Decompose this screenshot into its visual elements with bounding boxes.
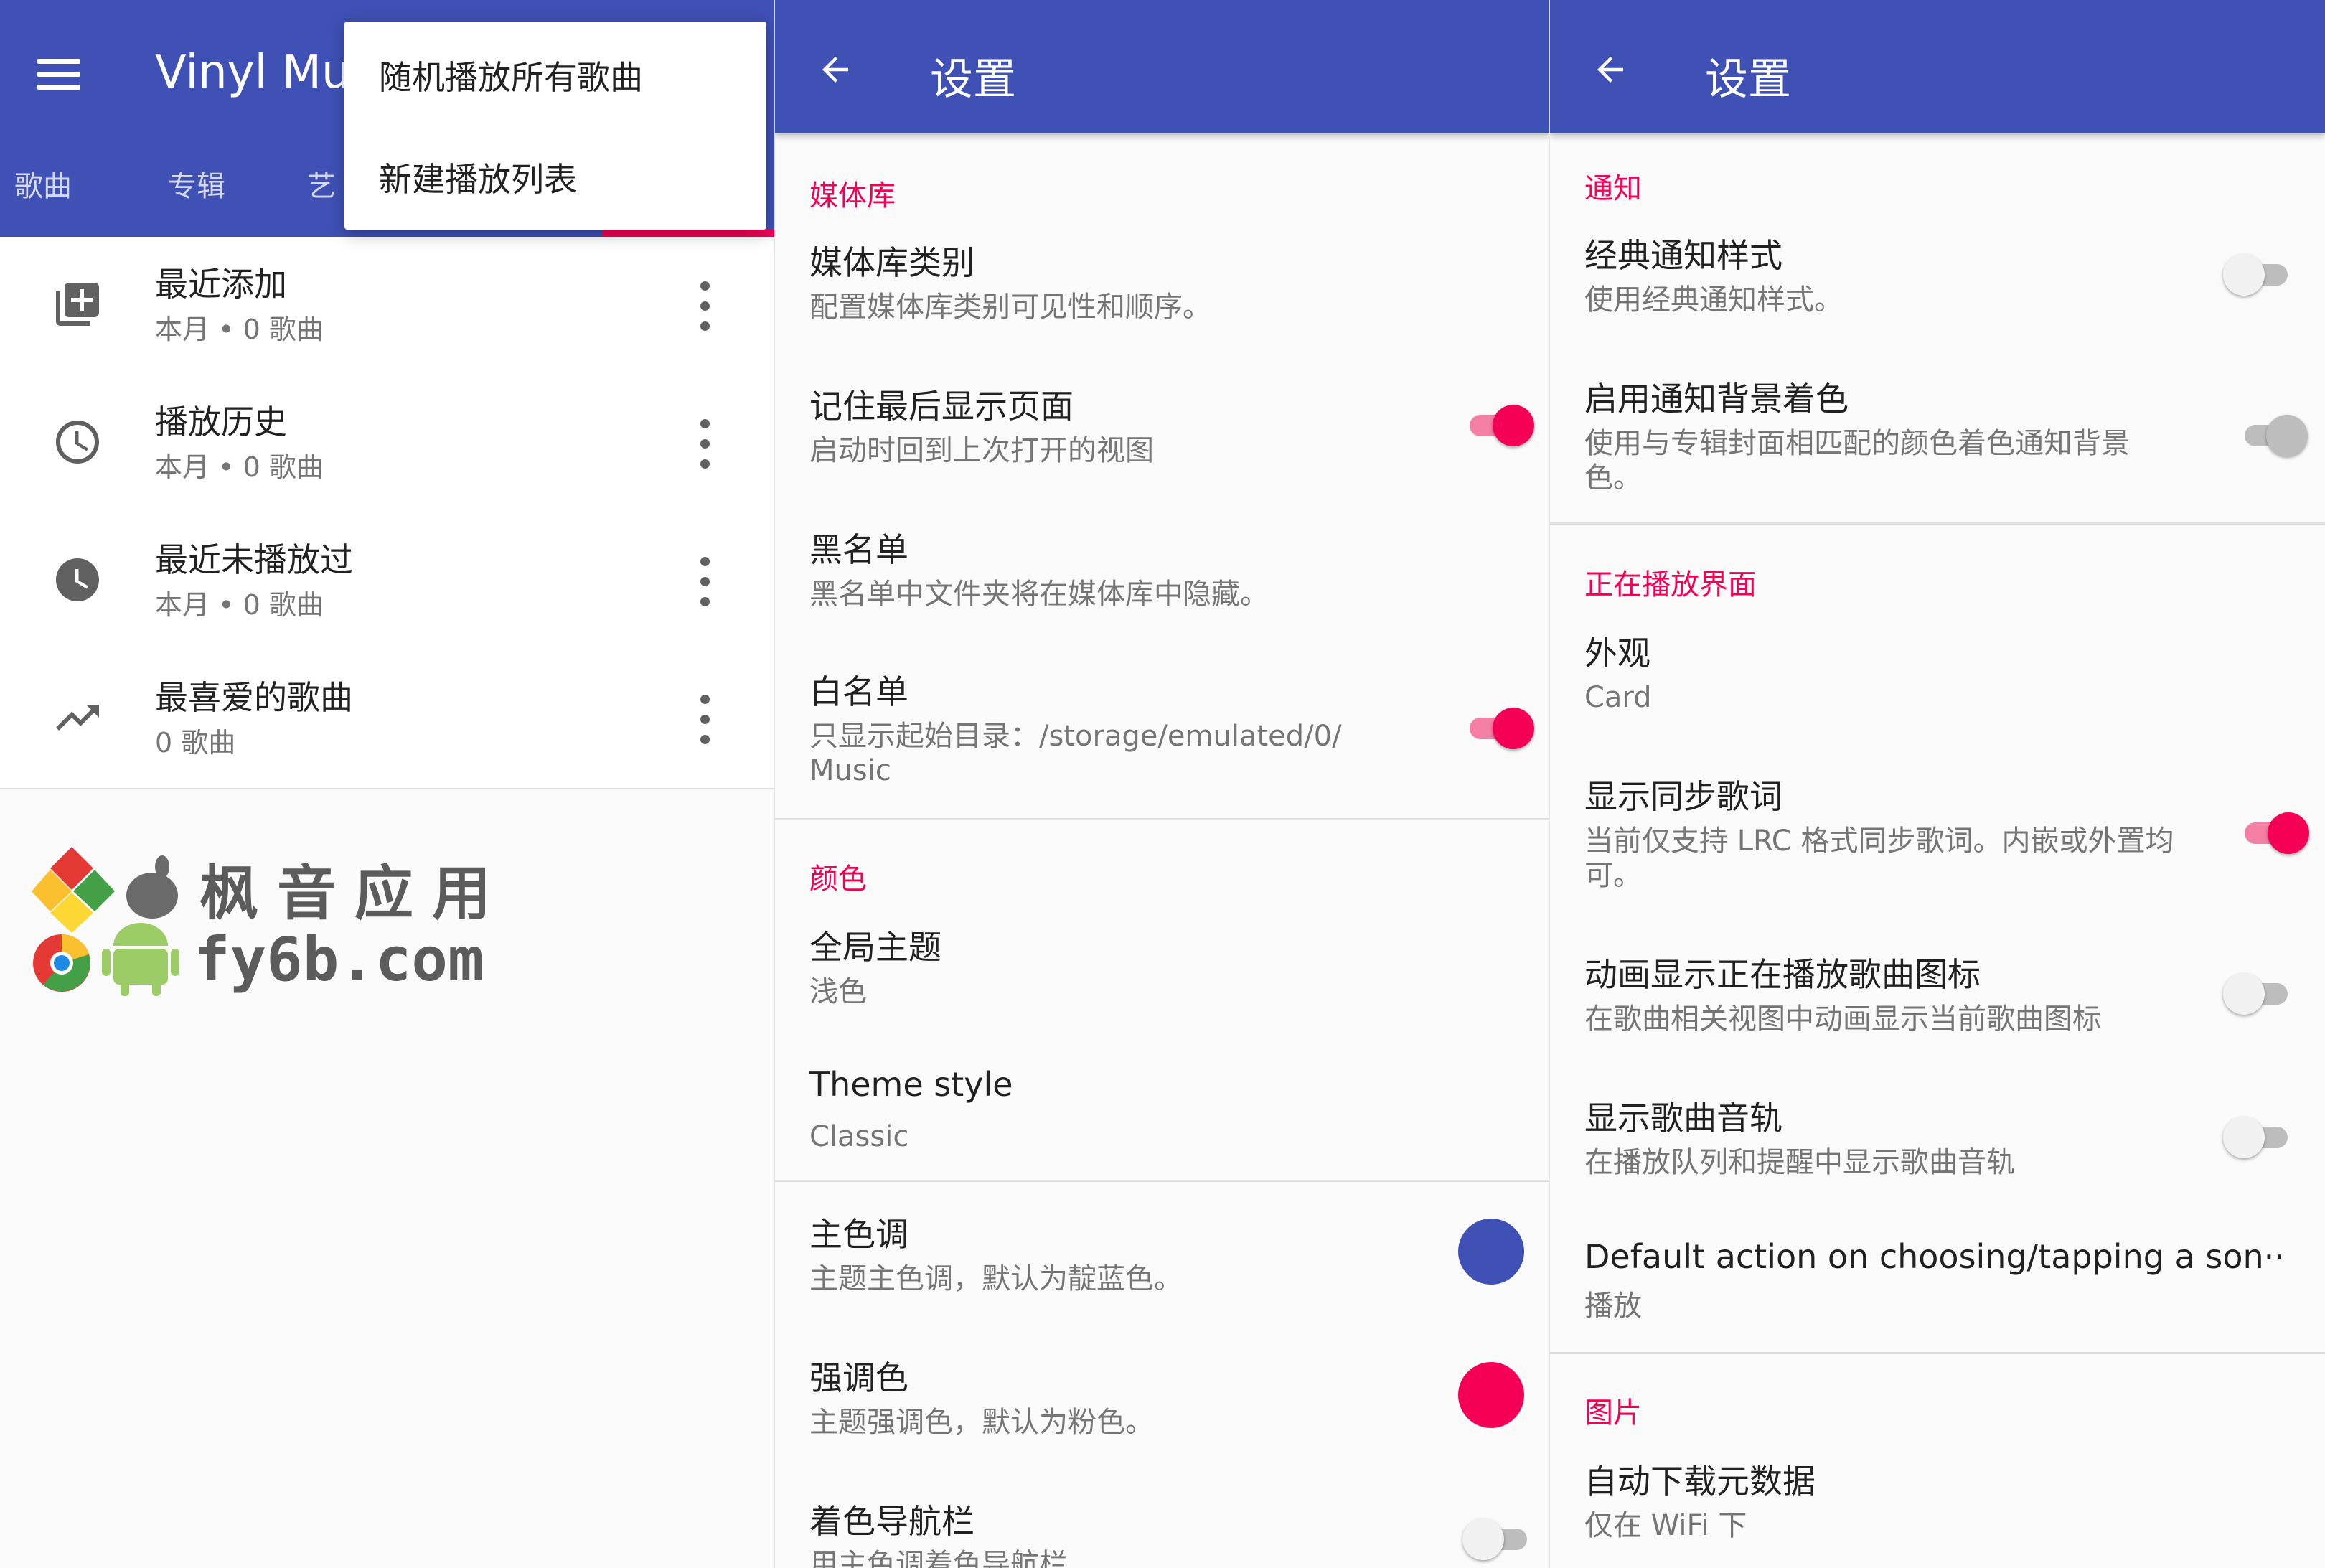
tab-artists[interactable]: 艺 bbox=[307, 158, 336, 237]
category-images: 图片 bbox=[1584, 1396, 1642, 1429]
pref-title: 动画显示正在播放歌曲图标 bbox=[1584, 955, 1981, 994]
settings-screen-left: 设置 媒体库 媒体库类别 配置媒体库类别可见性和顺序。 记住最后显示页面 启动时… bbox=[775, 0, 1550, 1568]
category-media-library: 媒体库 bbox=[809, 179, 896, 212]
pref-summary: 在播放队列和提醒中显示歌曲音轨 bbox=[1584, 1146, 2015, 1179]
pref-title: 自动下载元数据 bbox=[1584, 1462, 1816, 1501]
playlist-subtitle: 0 歌曲 bbox=[155, 727, 236, 759]
accent-color-swatch[interactable] bbox=[1458, 1362, 1524, 1428]
pref-title: 显示歌曲音轨 bbox=[1584, 1099, 1782, 1137]
trending-up-icon bbox=[56, 705, 99, 731]
pref-summary: 仅在 WiFi 下 bbox=[1584, 1509, 1747, 1542]
playlist-list: 最近添加 本月 • 0 歌曲 播放历史 本月 • 0 歌曲 最近未播放过 本月 … bbox=[0, 237, 775, 789]
playlist-subtitle: 本月 • 0 歌曲 bbox=[155, 314, 324, 345]
pref-title: Theme style bbox=[809, 1065, 1013, 1104]
pref-summary: 当前仅支持 LRC 格式同步歌词。内嵌或外置均可。 bbox=[1584, 825, 2174, 892]
menu-item-shuffle-all[interactable]: 随机播放所有歌曲 bbox=[379, 52, 643, 99]
pref-summary: 黑名单中文件夹将在媒体库中隐藏。 bbox=[809, 578, 1269, 611]
show-track-number-switch[interactable] bbox=[2223, 1114, 2295, 1158]
pref-summary: 主题强调色，默认为粉色。 bbox=[809, 1406, 1154, 1439]
pref-summary: Classic bbox=[809, 1120, 909, 1153]
primary-color-swatch[interactable] bbox=[1458, 1219, 1524, 1285]
playlist-subtitle: 本月 • 0 歌曲 bbox=[155, 589, 324, 621]
page-title: 设置 bbox=[930, 55, 1016, 105]
more-vert-icon[interactable] bbox=[696, 419, 713, 469]
watermark-text-cn: 枫音应用 bbox=[199, 860, 510, 928]
synced-lyrics-switch[interactable] bbox=[2237, 809, 2309, 854]
pref-summary: 用主色调着色导航栏 bbox=[809, 1548, 1068, 1568]
category-now-playing: 正在播放界面 bbox=[1584, 568, 1757, 601]
menu-item-new-playlist[interactable]: 新建播放列表 bbox=[379, 154, 577, 201]
pref-summary: 使用经典通知样式。 bbox=[1584, 283, 1843, 316]
pref-summary: 只显示起始目录：/storage/emulated/0/ Music bbox=[809, 720, 1342, 787]
playlist-title: 最近添加 bbox=[155, 265, 287, 304]
whitelist-switch[interactable] bbox=[1462, 705, 1534, 749]
pref-title: 全局主题 bbox=[809, 928, 941, 967]
app-bar: 设置 bbox=[775, 0, 1550, 133]
watermark: 枫音应用 fy6b.com bbox=[29, 840, 491, 997]
pref-title: 着色导航栏 bbox=[809, 1502, 974, 1541]
colored-nav-bar-switch[interactable] bbox=[1462, 1516, 1534, 1560]
history-icon bbox=[56, 421, 99, 464]
settings-screen-right: 设置 通知 经典通知样式 使用经典通知样式。 启用通知背景着色 使用与专辑封面相… bbox=[1550, 0, 2325, 1568]
tab-albums[interactable]: 专辑 bbox=[168, 158, 225, 237]
back-arrow-icon[interactable] bbox=[1589, 50, 1632, 89]
playlist-add-icon bbox=[56, 283, 99, 326]
section-divider bbox=[775, 818, 1550, 820]
category-colors: 颜色 bbox=[809, 863, 867, 896]
app-bar: 设置 bbox=[1550, 0, 2325, 133]
back-arrow-icon[interactable] bbox=[814, 50, 857, 89]
pref-title: 主色调 bbox=[809, 1215, 908, 1254]
pref-title: 显示同步歌词 bbox=[1584, 777, 1782, 816]
section-divider bbox=[1550, 1352, 2325, 1354]
pref-title: 记住最后显示页面 bbox=[809, 387, 1074, 426]
clock-filled-icon bbox=[56, 558, 99, 601]
tab-songs[interactable]: 歌曲 bbox=[14, 158, 72, 237]
list-item[interactable]: 最近未播放过 本月 • 0 歌曲 bbox=[0, 512, 775, 650]
pref-summary: 浅色 bbox=[809, 975, 867, 1008]
list-item[interactable]: 最近添加 本月 • 0 歌曲 bbox=[0, 237, 775, 375]
pref-summary: 在歌曲相关视图中动画显示当前歌曲图标 bbox=[1584, 1003, 2101, 1036]
playlist-title: 播放历史 bbox=[155, 403, 287, 441]
pref-title: 黑名单 bbox=[809, 530, 908, 569]
pref-summary: 配置媒体库类别可见性和顺序。 bbox=[809, 291, 1211, 324]
playlist-title: 最喜爱的歌曲 bbox=[155, 678, 353, 717]
playlist-title: 最近未播放过 bbox=[155, 540, 353, 579]
more-vert-icon[interactable] bbox=[696, 557, 713, 607]
watermark-text-url: fy6b.com bbox=[194, 924, 484, 995]
remember-last-tab-switch[interactable] bbox=[1462, 402, 1534, 446]
pref-title: 媒体库类别 bbox=[809, 243, 974, 282]
animate-playing-icon-switch[interactable] bbox=[2223, 970, 2295, 1015]
page-title: 设置 bbox=[1705, 55, 1791, 105]
pref-title: 经典通知样式 bbox=[1584, 236, 1782, 275]
pref-summary: 使用与专辑封面相匹配的颜色着色通知背景色。 bbox=[1584, 427, 2130, 494]
category-notification: 通知 bbox=[1584, 172, 1642, 205]
overflow-menu: 随机播放所有歌曲 新建播放列表 bbox=[344, 22, 766, 230]
pref-title: 外观 bbox=[1584, 634, 1650, 672]
classic-notification-switch[interactable] bbox=[2223, 251, 2295, 296]
section-divider bbox=[1550, 522, 2325, 525]
more-vert-icon[interactable] bbox=[696, 281, 713, 332]
more-vert-icon[interactable] bbox=[696, 695, 713, 745]
tab-indicator bbox=[603, 230, 775, 237]
pref-title: 启用通知背景着色 bbox=[1584, 380, 1849, 418]
app-title: Vinyl Mus bbox=[155, 46, 375, 99]
list-item[interactable]: 播放历史 本月 • 0 歌曲 bbox=[0, 375, 775, 512]
pref-summary: 播放 bbox=[1584, 1290, 1642, 1323]
pref-summary: Card bbox=[1584, 681, 1652, 714]
pref-title: 白名单 bbox=[809, 672, 908, 711]
pref-title: Default action on choosing/tapping a son… bbox=[1584, 1237, 2285, 1276]
watermark-logo-icon bbox=[32, 847, 179, 996]
library-screen: Vinyl Mus 歌曲 专辑 艺 随机播放所有歌曲 新建播放列表 最近添加 本… bbox=[0, 0, 775, 1568]
pref-summary: 启动时回到上次打开的视图 bbox=[809, 434, 1154, 467]
section-divider bbox=[775, 1180, 1550, 1182]
hamburger-menu-icon[interactable] bbox=[37, 59, 80, 90]
pref-summary: 主题主色调，默认为靛蓝色。 bbox=[809, 1262, 1183, 1295]
playlist-subtitle: 本月 • 0 歌曲 bbox=[155, 451, 324, 483]
colored-notification-switch[interactable] bbox=[2237, 412, 2309, 456]
pref-title: 强调色 bbox=[809, 1358, 908, 1397]
list-item[interactable]: 最喜爱的歌曲 0 歌曲 bbox=[0, 650, 775, 788]
